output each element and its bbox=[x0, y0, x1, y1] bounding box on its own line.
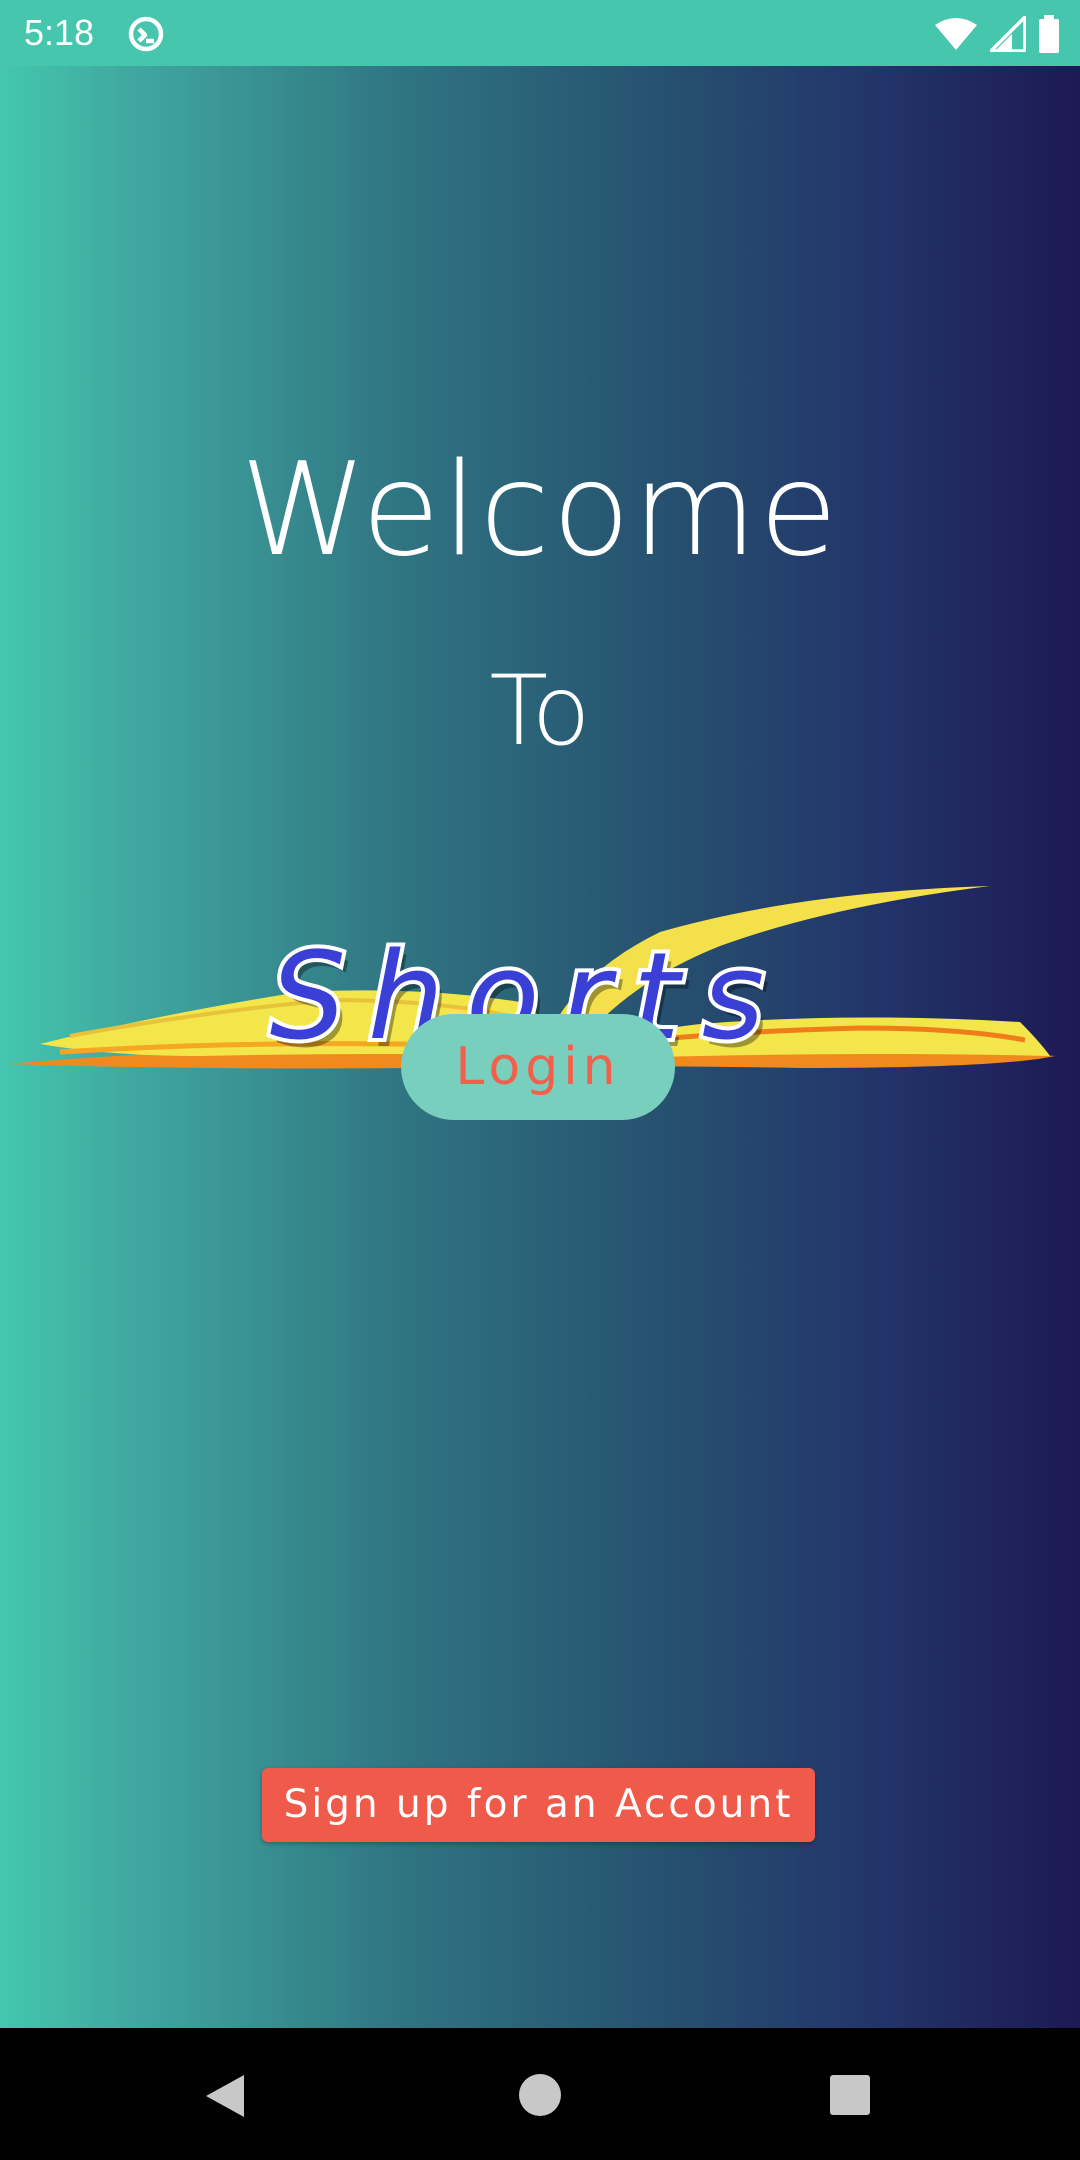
battery-icon bbox=[1039, 15, 1059, 53]
recents-icon[interactable] bbox=[830, 2075, 870, 2115]
home-icon[interactable] bbox=[519, 2074, 561, 2116]
login-button[interactable]: Login bbox=[401, 1014, 675, 1120]
welcome-subheading: To bbox=[489, 655, 591, 767]
status-time: 5:18 bbox=[24, 12, 95, 53]
sync-icon bbox=[128, 16, 164, 52]
status-bar: 5:18 bbox=[0, 0, 1080, 66]
welcome-screen: 5:18 Welcome To Shorts Shorts Shorts Log… bbox=[0, 0, 1080, 2160]
back-icon[interactable] bbox=[204, 2074, 246, 2118]
welcome-heading: Welcome bbox=[240, 436, 840, 585]
signal-icon bbox=[990, 16, 1026, 52]
signup-button[interactable]: Sign up for an Account bbox=[262, 1768, 815, 1842]
wifi-icon bbox=[935, 18, 977, 50]
navigation-bar bbox=[0, 2028, 1080, 2160]
status-icons bbox=[934, 14, 1060, 54]
